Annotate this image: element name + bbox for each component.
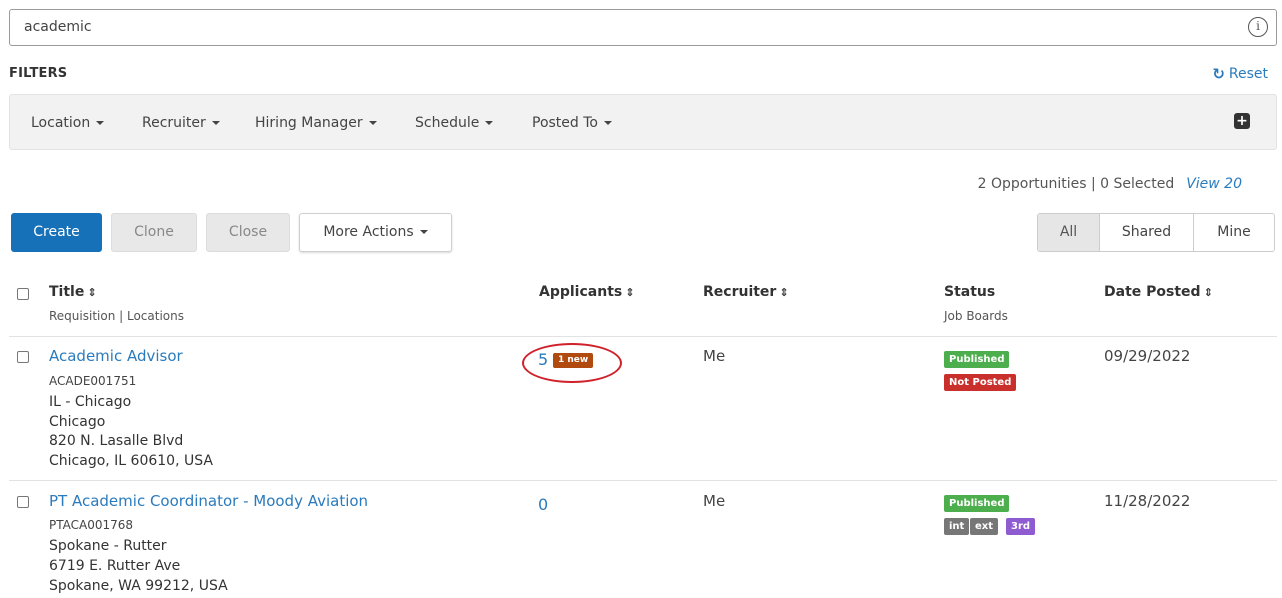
close-button[interactable]: Close bbox=[206, 213, 290, 252]
requisition-id: ACADE001751 bbox=[49, 374, 137, 388]
recruiter-cell: Me bbox=[703, 347, 726, 365]
select-all-checkbox[interactable] bbox=[17, 288, 29, 300]
refresh-icon: ↻ bbox=[1212, 65, 1225, 83]
row-divider bbox=[9, 336, 1277, 337]
column-applicants-label: Applicants bbox=[539, 284, 623, 300]
sort-icon: ⇕ bbox=[1203, 286, 1213, 299]
filter-schedule-label: Schedule bbox=[415, 115, 480, 131]
summary-text: 2 Opportunities | 0 Selected bbox=[977, 176, 1175, 192]
filter-bar: Location Recruiter Hiring Manager Schedu… bbox=[9, 94, 1277, 150]
filter-location[interactable]: Location bbox=[31, 115, 105, 131]
column-recruiter-label: Recruiter bbox=[703, 284, 777, 300]
filter-posted-to[interactable]: Posted To bbox=[532, 115, 612, 131]
clone-button[interactable]: Clone bbox=[111, 213, 197, 252]
job-title-link[interactable]: Academic Advisor bbox=[49, 347, 183, 365]
more-actions-label: More Actions bbox=[323, 224, 414, 240]
add-filter-icon[interactable]: + bbox=[1234, 113, 1250, 129]
chevron-down-icon bbox=[603, 121, 612, 125]
location-line: IL - Chicago bbox=[49, 394, 132, 410]
date-posted-cell: 11/28/2022 bbox=[1104, 492, 1191, 510]
location-line: Spokane, WA 99212, USA bbox=[49, 578, 228, 594]
location-line: 6719 E. Rutter Ave bbox=[49, 558, 181, 574]
column-status-subtitle: Job Boards bbox=[944, 309, 1008, 323]
job-board-badge: 3rd bbox=[1006, 518, 1036, 535]
location-line: 820 N. Lasalle Blvd bbox=[49, 433, 184, 449]
toggle-mine[interactable]: Mine bbox=[1194, 214, 1274, 251]
toggle-all[interactable]: All bbox=[1038, 214, 1100, 251]
column-date-posted[interactable]: Date Posted ⇕ bbox=[1104, 284, 1213, 300]
requisition-id: PTACA001768 bbox=[49, 518, 134, 532]
search-box[interactable]: i bbox=[9, 9, 1277, 46]
job-board-badge: ext bbox=[970, 518, 999, 535]
location-line: Spokane - Rutter bbox=[49, 538, 167, 554]
status-badge: Published bbox=[944, 351, 1010, 368]
column-title-label: Title bbox=[49, 284, 85, 300]
row-checkbox[interactable] bbox=[17, 351, 29, 363]
reset-label: Reset bbox=[1228, 66, 1268, 82]
filter-posted-to-label: Posted To bbox=[532, 115, 598, 131]
date-posted-cell: 09/29/2022 bbox=[1104, 347, 1191, 365]
filter-location-label: Location bbox=[31, 115, 91, 131]
chevron-down-icon bbox=[211, 121, 220, 125]
filter-hiring-manager-label: Hiring Manager bbox=[255, 115, 363, 131]
location-line: Chicago bbox=[49, 414, 106, 430]
results-summary: 2 Opportunities | 0 Selected View 20 bbox=[978, 176, 1242, 192]
column-applicants[interactable]: Applicants ⇕ bbox=[539, 284, 634, 300]
chevron-down-icon bbox=[368, 121, 377, 125]
sort-icon: ⇕ bbox=[87, 286, 97, 299]
row-divider bbox=[9, 480, 1277, 481]
sort-icon: ⇕ bbox=[625, 286, 635, 299]
filters-title: FILTERS bbox=[9, 66, 68, 81]
job-board-badge: Not Posted bbox=[944, 374, 1017, 391]
filter-recruiter[interactable]: Recruiter bbox=[142, 115, 220, 131]
job-board-badge: int bbox=[944, 518, 970, 535]
view-toggle: All Shared Mine bbox=[1037, 213, 1275, 252]
recruiter-cell: Me bbox=[703, 492, 726, 510]
chevron-down-icon bbox=[419, 230, 428, 234]
column-title-subtitle: Requisition | Locations bbox=[49, 309, 184, 323]
reset-link[interactable]: ↻ Reset bbox=[1212, 65, 1268, 83]
row-checkbox[interactable] bbox=[17, 496, 29, 508]
chevron-down-icon bbox=[485, 121, 494, 125]
filter-hiring-manager[interactable]: Hiring Manager bbox=[255, 115, 377, 131]
info-icon[interactable]: i bbox=[1248, 17, 1268, 37]
filter-recruiter-label: Recruiter bbox=[142, 115, 206, 131]
column-status: Status bbox=[944, 284, 996, 300]
create-button[interactable]: Create bbox=[11, 213, 102, 252]
status-badge: Published bbox=[944, 495, 1010, 512]
highlight-ellipse bbox=[522, 343, 622, 383]
location-line: Chicago, IL 60610, USA bbox=[49, 453, 213, 469]
filter-schedule[interactable]: Schedule bbox=[415, 115, 494, 131]
view-count-link[interactable]: View 20 bbox=[1186, 176, 1242, 192]
search-input[interactable] bbox=[24, 19, 1224, 35]
toggle-shared[interactable]: Shared bbox=[1100, 214, 1194, 251]
column-date-posted-label: Date Posted bbox=[1104, 284, 1201, 300]
sort-icon: ⇕ bbox=[779, 286, 789, 299]
column-recruiter[interactable]: Recruiter ⇕ bbox=[703, 284, 789, 300]
column-title[interactable]: Title ⇕ bbox=[49, 284, 97, 300]
more-actions-button[interactable]: More Actions bbox=[299, 213, 452, 252]
job-title-link[interactable]: PT Academic Coordinator - Moody Aviation bbox=[49, 492, 368, 510]
applicant-count-link[interactable]: 0 bbox=[538, 495, 548, 514]
chevron-down-icon bbox=[96, 121, 105, 125]
